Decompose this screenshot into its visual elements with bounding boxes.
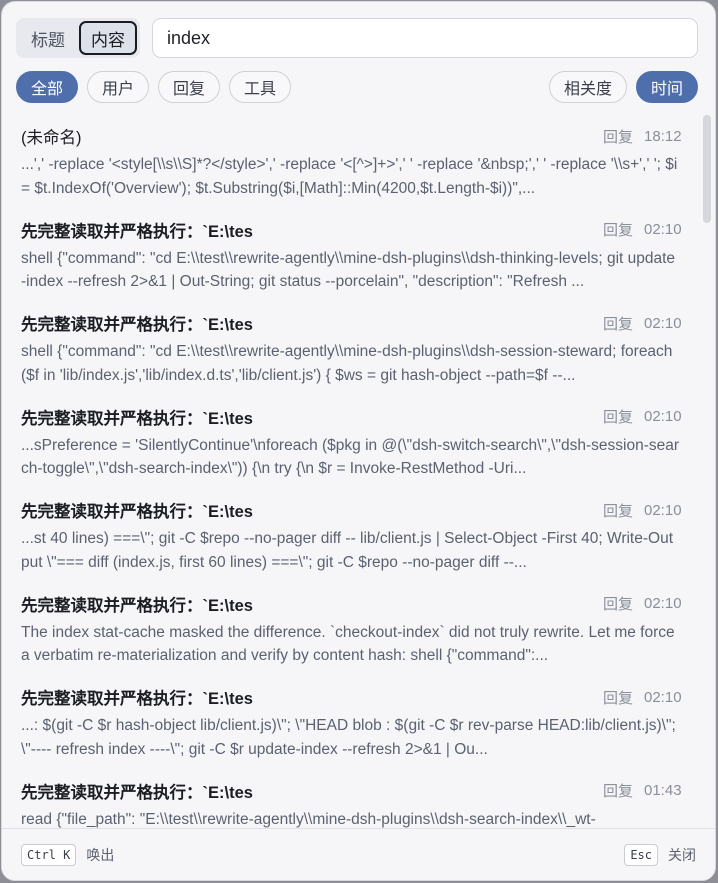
top-bar: 标题 内容 index <box>16 17 698 59</box>
result-title: 先完整读取并严格执行：`E:\tes <box>21 316 253 334</box>
close-shortcut-label: 关闭 <box>668 846 696 863</box>
result-time: 02:10 <box>644 688 682 706</box>
result-time: 02:10 <box>644 314 682 332</box>
result-title: 先完整读取并严格执行：`E:\tes <box>21 409 253 428</box>
filter-reply-chip[interactable]: 回复 <box>158 71 221 103</box>
result-item[interactable]: 先完整读取并严格执行：`E:\tes 回复 02:10 ...sPreferen… <box>2 396 699 490</box>
filter-all-chip[interactable]: 全部 <box>16 71 79 103</box>
result-item[interactable]: 先完整读取并严格执行：`E:\tes 回复 02:10 shell {"comm… <box>2 302 699 396</box>
footer-bar: Ctrl K 唤出 Esc 关闭 <box>2 828 715 880</box>
result-title: (未命名) <box>21 129 82 147</box>
filter-user-chip[interactable]: 用户 <box>87 71 150 103</box>
result-time: 18:12 <box>644 127 682 145</box>
sort-relevance-chip[interactable]: 相关度 <box>548 71 627 103</box>
result-title: 先完整读取并严格执行：`E:\tes <box>21 690 253 708</box>
result-snippet: ...st 40 lines) ===\"; git -C $repo --no… <box>21 530 674 571</box>
result-title: 先完整读取并严格执行：`E:\tes <box>21 222 253 241</box>
result-snippet: shell {"command": "cd E:\\test\\rewrite-… <box>21 343 673 384</box>
result-item[interactable]: 先完整读取并严格执行：`E:\tes 回复 01:43 read {"file_… <box>2 770 699 832</box>
result-snippet: ...: $(git -C $r hash-object lib/client.… <box>21 717 676 758</box>
result-item[interactable]: (未命名) 回复 18:12 ...',' -replace '<style[\… <box>2 115 699 209</box>
search-mode-toggle: 标题 内容 <box>16 18 140 58</box>
result-snippet: ...',' -replace '<style[\\s\\S]*?</style… <box>21 156 678 197</box>
result-snippet: The index stat-cache masked the differen… <box>21 623 675 665</box>
result-item[interactable]: 先完整读取并严格执行：`E:\tes 回复 02:10 ...st 40 lin… <box>2 489 699 583</box>
result-item[interactable]: 先完整读取并严格执行：`E:\tes 回复 02:10 shell {"comm… <box>2 209 699 303</box>
result-item[interactable]: 先完整读取并严格执行：`E:\tes 回复 02:10 ...: $(git -… <box>2 676 699 770</box>
result-title: 先完整读取并严格执行：`E:\tes <box>21 596 253 615</box>
mode-title-button[interactable]: 标题 <box>19 21 77 55</box>
result-role-tag: 回复 <box>602 596 633 613</box>
result-role-tag: 回复 <box>602 409 633 426</box>
result-role-tag: 回复 <box>602 315 633 333</box>
sort-time-chip[interactable]: 时间 <box>635 71 698 103</box>
result-title: 先完整读取并严格执行：`E:\tes <box>21 783 253 802</box>
result-time: 02:10 <box>644 408 682 425</box>
result-snippet: ...sPreference = 'SilentlyContinue'\nfor… <box>21 436 680 478</box>
result-time: 01:43 <box>644 782 682 799</box>
result-time: 02:10 <box>644 595 682 612</box>
result-role-tag: 回复 <box>602 502 633 520</box>
results-scrollbar[interactable] <box>703 115 711 223</box>
result-title: 先完整读取并严格执行：`E:\tes <box>21 503 253 521</box>
mode-content-button[interactable]: 内容 <box>79 21 137 55</box>
result-item[interactable]: 先完整读取并严格执行：`E:\tes 回复 02:10 The index st… <box>2 583 699 677</box>
result-time: 02:10 <box>644 221 682 238</box>
results-list: (未命名) 回复 18:12 ...',' -replace '<style[\… <box>2 115 699 831</box>
filter-tool-chip[interactable]: 工具 <box>229 71 292 103</box>
close-shortcut-key[interactable]: Esc <box>624 843 658 866</box>
search-panel: 标题 内容 index 全部 用户 回复 工具 相关度 时间 (未命名) 回复 … <box>1 1 716 881</box>
summon-shortcut-label: 唤出 <box>86 846 115 863</box>
result-time: 02:10 <box>644 501 682 519</box>
filter-bar: 全部 用户 回复 工具 相关度 时间 <box>16 71 698 103</box>
result-role-tag: 回复 <box>602 689 633 707</box>
summon-shortcut-key: Ctrl K <box>21 843 77 866</box>
result-role-tag: 回复 <box>602 783 633 800</box>
result-snippet: shell {"command": "cd E:\\test\\rewrite-… <box>21 249 676 291</box>
result-role-tag: 回复 <box>602 128 633 146</box>
result-role-tag: 回复 <box>602 222 633 239</box>
search-input[interactable]: index <box>152 18 698 58</box>
